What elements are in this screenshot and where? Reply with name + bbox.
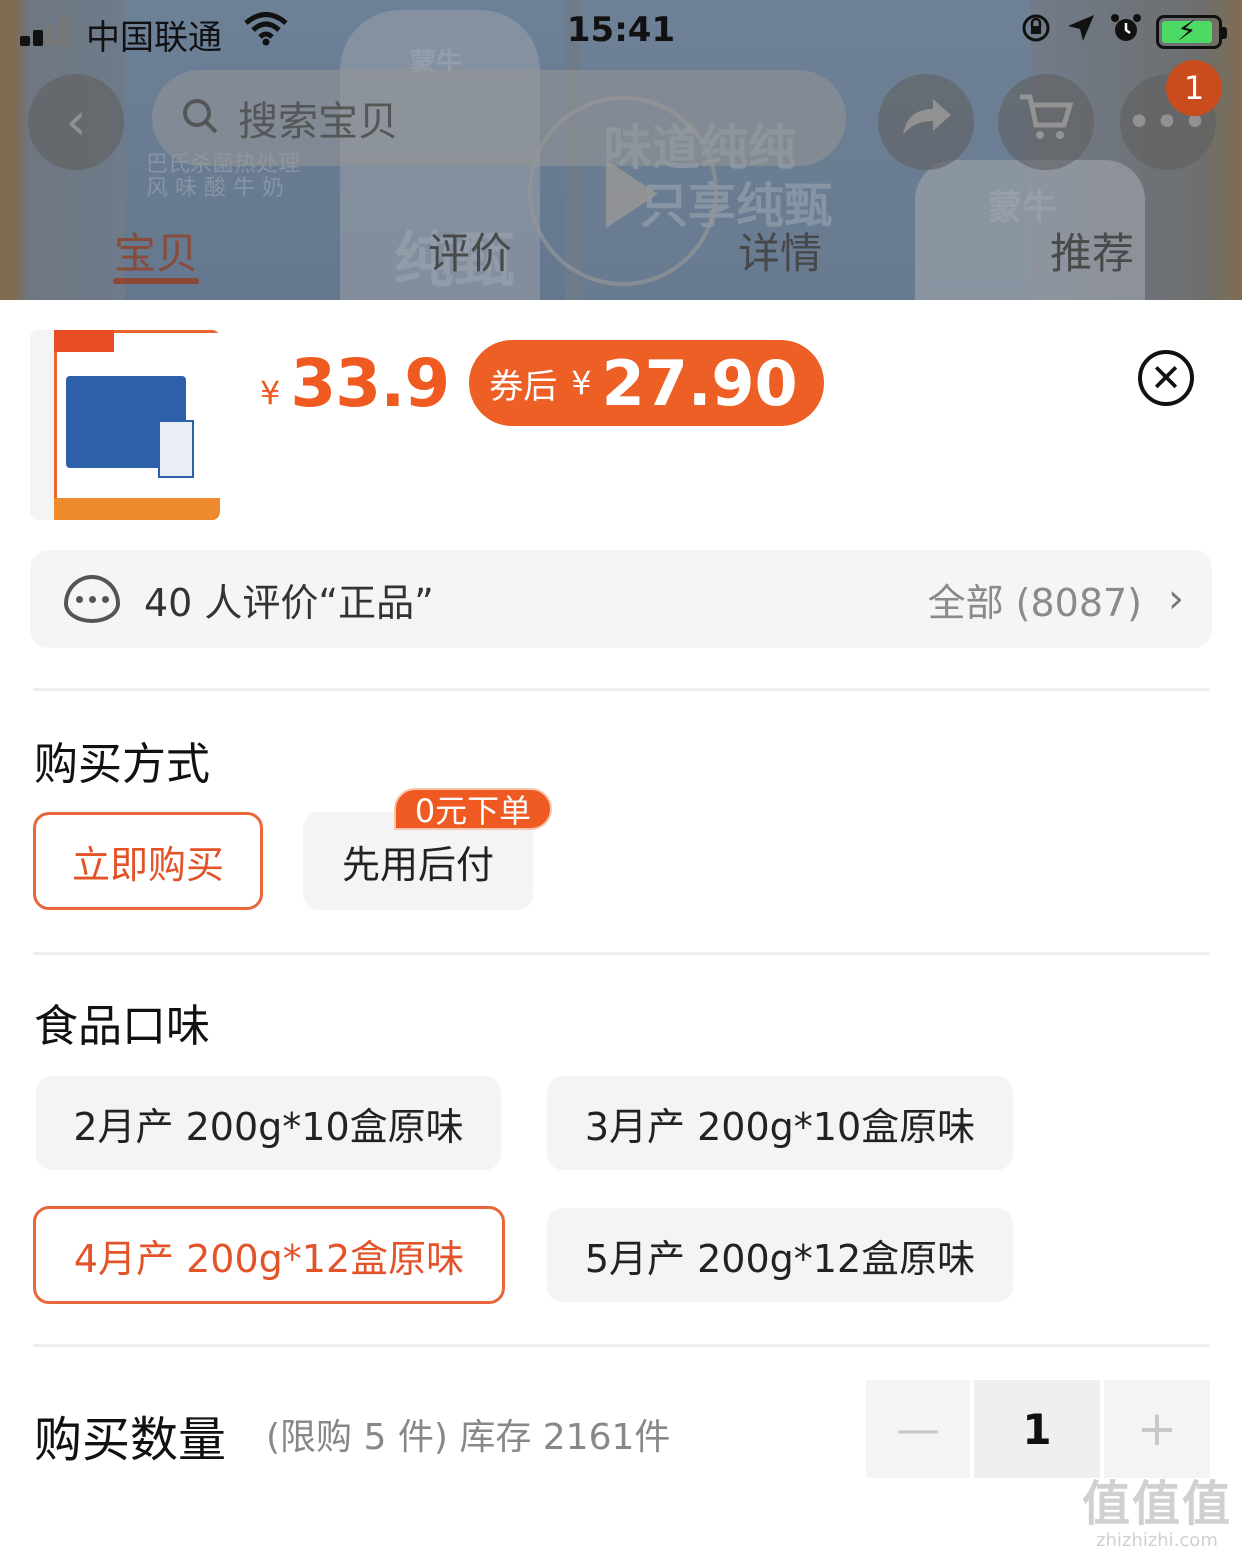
price-currency: ¥ bbox=[260, 374, 281, 412]
alarm-icon bbox=[1110, 12, 1142, 52]
quantity-limit-stock: (限购 5 件) 库存 2161件 bbox=[266, 1417, 671, 1458]
review-summary-text: 40 人评价“正品” bbox=[144, 580, 434, 625]
flavor-title: 食品口味 bbox=[34, 1001, 210, 1052]
site-watermark: 值值值 zhizhizhi.com bbox=[1082, 1464, 1232, 1551]
divider bbox=[33, 1344, 1209, 1347]
battery-icon: ⚡ bbox=[1156, 14, 1227, 49]
tab-active-indicator bbox=[113, 278, 199, 284]
tab-recommend[interactable]: 推荐 bbox=[1050, 220, 1134, 281]
cart-count-badge: 1 bbox=[1166, 60, 1222, 116]
coupon-price-badge: 券后 ¥ 27.90 bbox=[469, 340, 824, 426]
divider bbox=[33, 688, 1209, 691]
share-button[interactable] bbox=[878, 74, 974, 170]
chat-bubble-icon bbox=[64, 575, 120, 623]
watermark-logo-text: 值值值 bbox=[1081, 1476, 1232, 1532]
tab-baobei[interactable]: 宝贝 bbox=[114, 220, 198, 281]
flavor-option-feb-10[interactable]: 2月产 200g*10盒原味 bbox=[36, 1076, 501, 1170]
purchase-method-title: 购买方式 bbox=[34, 739, 210, 790]
quantity-title: 购买数量 bbox=[34, 1412, 227, 1468]
quantity-decrease-button[interactable]: — bbox=[866, 1380, 970, 1478]
search-bar[interactable]: 搜索宝贝 bbox=[152, 70, 846, 166]
close-icon: ✕ bbox=[1150, 356, 1182, 400]
rotation-lock-icon bbox=[1020, 12, 1052, 52]
price-row: ¥ 33.9 券后 ¥ 27.90 bbox=[260, 340, 824, 426]
cart-button[interactable] bbox=[998, 74, 1094, 170]
divider bbox=[33, 952, 1209, 955]
zero-yuan-order-badge: 0元下单 bbox=[394, 788, 552, 830]
price-value: 33.9 bbox=[290, 344, 450, 422]
search-placeholder: 搜索宝贝 bbox=[238, 99, 398, 145]
review-summary-bar[interactable]: 40 人评价“正品” 全部 (8087) › bbox=[30, 550, 1212, 648]
location-arrow-icon bbox=[1066, 13, 1096, 51]
chevron-left-icon: ‹ bbox=[65, 92, 87, 152]
watermark-url: zhizhizhi.com bbox=[1096, 1530, 1218, 1551]
coupon-price-value: 27.90 bbox=[601, 346, 798, 420]
tab-reviews[interactable]: 评价 bbox=[428, 220, 512, 281]
flavor-option-apr-12[interactable]: 4月产 200g*12盒原味 bbox=[33, 1206, 505, 1304]
coupon-label: 券后 bbox=[489, 366, 558, 407]
sku-selection-sheet: ¥ 33.9 券后 ¥ 27.90 ✕ 40 人评价“正品” 全部 (8087)… bbox=[0, 300, 1242, 1559]
review-all-count: 全部 (8087) bbox=[927, 580, 1142, 625]
play-icon bbox=[606, 160, 658, 228]
option-buy-now[interactable]: 立即购买 bbox=[33, 812, 263, 910]
search-icon bbox=[180, 96, 220, 140]
status-bar: 中国联通 15:41 ⚡ bbox=[0, 0, 1242, 64]
cart-icon bbox=[1018, 91, 1074, 154]
coupon-currency: ¥ bbox=[571, 364, 592, 402]
back-button[interactable]: ‹ bbox=[28, 74, 124, 170]
share-icon bbox=[899, 92, 953, 152]
close-button[interactable]: ✕ bbox=[1138, 350, 1194, 406]
product-thumbnail[interactable] bbox=[30, 330, 220, 520]
flavor-option-mar-10[interactable]: 3月产 200g*10盒原味 bbox=[547, 1076, 1013, 1170]
flavor-option-may-12[interactable]: 5月产 200g*12盒原味 bbox=[547, 1208, 1013, 1302]
chevron-right-icon: › bbox=[1168, 576, 1184, 622]
tab-details[interactable]: 详情 bbox=[738, 220, 822, 281]
